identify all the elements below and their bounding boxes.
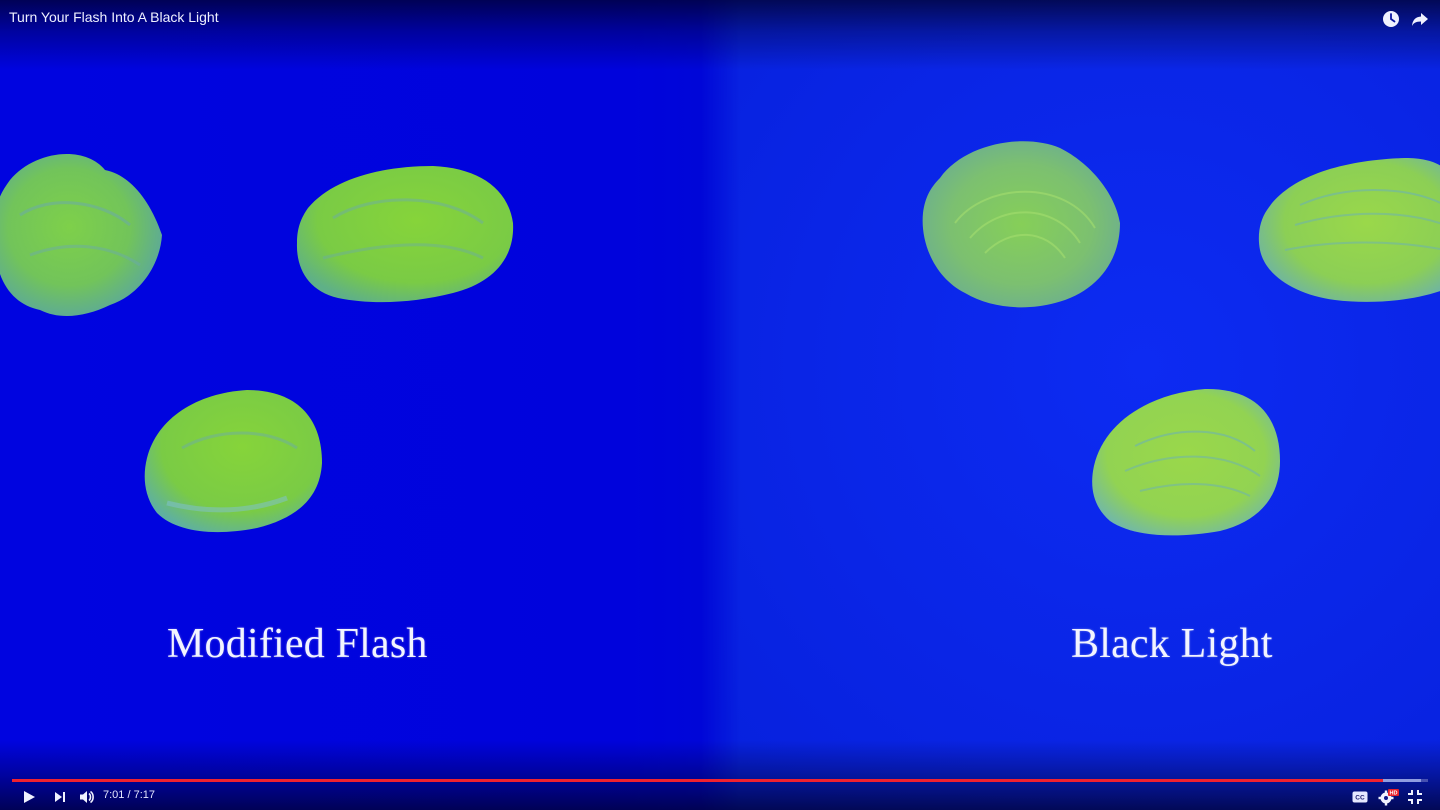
paint-blob <box>1092 388 1280 536</box>
exit-fullscreen-icon <box>1408 790 1422 804</box>
cc-icon: CC <box>1352 791 1368 803</box>
right-panel-black-light <box>700 0 1440 810</box>
skip-next-icon <box>55 792 65 802</box>
clock-icon <box>1383 11 1399 27</box>
progress-bar[interactable] <box>12 779 1428 782</box>
video-frame[interactable]: Modified Flash Black Light <box>0 0 1440 810</box>
paint-blob <box>296 166 514 303</box>
play-button[interactable] <box>18 787 40 807</box>
video-title[interactable]: Turn Your Flash Into A Black Light <box>9 9 219 25</box>
duration: 7:17 <box>133 789 156 801</box>
volume-button[interactable] <box>76 787 98 807</box>
paint-blob <box>922 141 1120 308</box>
paint-blob <box>1258 158 1440 302</box>
next-button[interactable] <box>50 787 70 807</box>
cc-label: CC <box>1355 795 1365 802</box>
left-caption: Modified Flash <box>167 621 428 667</box>
progress-played <box>12 779 1383 782</box>
settings-button[interactable]: HD <box>1378 787 1400 807</box>
exit-fullscreen-button[interactable] <box>1405 787 1425 807</box>
time-display: 7:01 / 7:17 <box>103 789 156 801</box>
current-time: 7:01 <box>103 789 125 801</box>
right-caption: Black Light <box>1071 621 1273 667</box>
share-button[interactable] <box>1410 9 1430 29</box>
volume-icon <box>80 790 94 804</box>
left-panel-modified-flash <box>0 0 740 810</box>
paint-blob <box>144 390 322 533</box>
captions-button[interactable]: CC <box>1351 787 1369 807</box>
watch-later-button[interactable] <box>1381 9 1401 29</box>
gear-icon: HD <box>1378 789 1399 806</box>
hd-badge: HD <box>1390 791 1398 797</box>
paint-blob <box>0 154 162 316</box>
play-icon <box>24 791 35 803</box>
share-arrow-icon <box>1412 13 1428 26</box>
bottom-gradient <box>0 740 1440 810</box>
